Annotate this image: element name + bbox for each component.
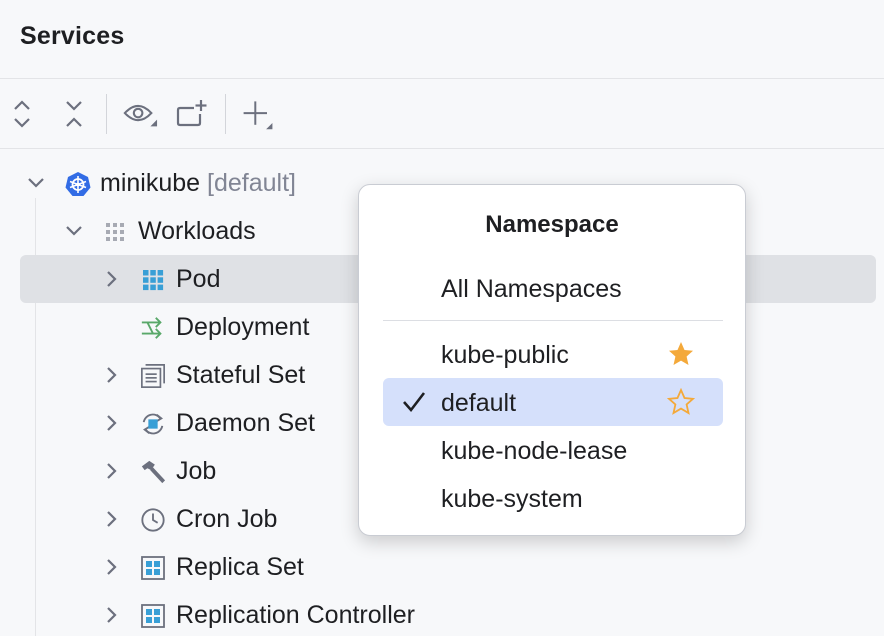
expand-all-icon xyxy=(14,100,30,128)
popup-separator xyxy=(383,320,723,321)
eye-icon xyxy=(123,104,158,127)
add-tab-icon xyxy=(176,100,207,127)
checkmark-icon xyxy=(403,392,426,413)
tree-row-replication-controller[interactable]: Replication Controller xyxy=(0,591,884,636)
namespace-option-label: kube-node-lease xyxy=(441,437,628,465)
tree-label-replica-set: Replica Set xyxy=(176,553,304,581)
view-options-button[interactable] xyxy=(122,96,158,132)
namespace-option-all[interactable]: All Namespaces xyxy=(383,264,723,312)
hammer-icon xyxy=(140,459,166,485)
toolbar-separator xyxy=(106,94,107,134)
cluster-name: minikube xyxy=(100,169,201,197)
namespace-option-label: kube-public xyxy=(441,341,569,369)
star-filled-icon[interactable] xyxy=(667,340,695,368)
pod-icon xyxy=(140,267,166,293)
grid-icon xyxy=(102,219,128,245)
chevron-right-icon[interactable] xyxy=(100,459,124,483)
namespace-popup: Namespace All Namespaces kube-public def… xyxy=(358,184,746,536)
chevron-right-icon[interactable] xyxy=(100,507,124,531)
replica-set-icon xyxy=(140,555,166,581)
toolbar xyxy=(0,80,884,149)
chevron-right-icon[interactable] xyxy=(100,555,124,579)
tool-window-title: Services xyxy=(20,22,125,50)
add-service-button[interactable] xyxy=(240,96,276,132)
chevron-right-icon[interactable] xyxy=(100,411,124,435)
cluster-namespace: [default] xyxy=(207,169,296,197)
replication-controller-icon xyxy=(140,603,166,629)
deployment-icon xyxy=(140,315,166,341)
namespace-option-kube-node-lease[interactable]: kube-node-lease xyxy=(383,426,723,474)
chevron-down-icon[interactable] xyxy=(24,171,48,195)
namespace-option-label: kube-system xyxy=(441,485,583,513)
kubernetes-icon xyxy=(65,171,91,197)
chevron-right-icon[interactable] xyxy=(100,603,124,627)
expand-all-button[interactable] xyxy=(4,96,40,132)
daemon-set-icon xyxy=(140,411,166,437)
plus-icon xyxy=(243,101,273,130)
tree-label-workloads: Workloads xyxy=(138,217,256,245)
clock-icon xyxy=(140,507,166,533)
namespace-option-label: All Namespaces xyxy=(441,275,622,303)
tree-label-root: minikube [default] xyxy=(100,169,296,198)
tree-label-pod: Pod xyxy=(176,265,221,293)
collapse-all-button[interactable] xyxy=(56,96,92,132)
namespace-option-kube-public[interactable]: kube-public xyxy=(383,330,723,378)
toolbar-separator xyxy=(225,94,226,134)
tree-label-deployment: Deployment xyxy=(176,313,310,341)
namespace-option-kube-system[interactable]: kube-system xyxy=(383,474,723,522)
new-tab-button[interactable] xyxy=(174,96,210,132)
tree-label-stateful-set: Stateful Set xyxy=(176,361,306,389)
tree-label-job: Job xyxy=(176,457,217,485)
tree-label-cron-job: Cron Job xyxy=(176,505,278,533)
namespace-option-default[interactable]: default xyxy=(383,378,723,426)
chevron-right-icon[interactable] xyxy=(100,267,124,291)
namespace-option-label: default xyxy=(441,389,517,417)
tree-label-daemon-set: Daemon Set xyxy=(176,409,315,437)
chevron-down-icon[interactable] xyxy=(62,219,86,243)
star-outline-icon[interactable] xyxy=(667,388,695,416)
tree-label-replication-controller: Replication Controller xyxy=(176,601,416,629)
collapse-all-icon xyxy=(66,101,82,127)
stateful-set-icon xyxy=(140,363,166,389)
tool-window-header: Services xyxy=(0,0,884,79)
tree-row-replica-set[interactable]: Replica Set xyxy=(0,543,884,591)
popup-title: Namespace xyxy=(485,211,619,238)
chevron-right-icon[interactable] xyxy=(100,363,124,387)
